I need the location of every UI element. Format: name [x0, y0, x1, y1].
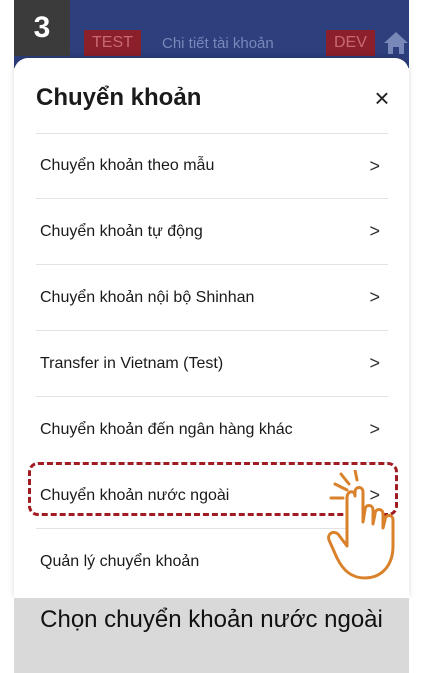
screen-frame: TEST Chi tiết tài khoản DEV 3 Chuyển kho… [0, 0, 423, 673]
menu-item-label: Quản lý chuyển khoản [40, 553, 200, 570]
step-number: 3 [14, 0, 70, 56]
chevron-right-icon: > [369, 287, 380, 307]
menu-item-internal-shinhan-transfer[interactable]: Chuyển khoản nội bộ Shinhan > [36, 265, 388, 331]
menu-item-label: Chuyển khoản nước ngoài [40, 486, 230, 504]
menu-item-label: Chuyển khoản theo mẫu [40, 157, 215, 174]
menu-item-label: Transfer in Vietnam (Test) [40, 354, 224, 372]
home-icon[interactable] [382, 30, 409, 56]
menu-item-other-bank-transfer[interactable]: Chuyển khoản đến ngân hàng khác > [36, 397, 388, 463]
pointing-hand-icon [327, 470, 395, 580]
chevron-right-icon: > [369, 419, 380, 439]
menu-item-template-transfer[interactable]: Chuyển khoản theo mẫu > [36, 133, 388, 199]
env-badge-test: TEST [84, 30, 141, 56]
menu-item-label: Chuyển khoản tự động [40, 222, 203, 240]
instruction-caption: Chọn chuyển khoản nước ngoài [14, 598, 409, 673]
menu-item-transfer-in-vietnam[interactable]: Transfer in Vietnam (Test) > [36, 331, 388, 397]
menu-item-label: Chuyển khoản đến ngân hàng khác [40, 420, 293, 438]
chevron-right-icon: > [369, 155, 380, 176]
close-button[interactable]: × [366, 82, 398, 114]
chevron-right-icon: > [369, 353, 380, 373]
chevron-right-icon: > [369, 221, 380, 241]
menu-item-label: Chuyển khoản nội bộ Shinhan [40, 288, 255, 306]
env-badge-dev: DEV [326, 30, 375, 56]
sheet-title: Chuyển khoản [36, 84, 202, 111]
app-bar-title: Chi tiết tài khoản [162, 35, 274, 52]
menu-item-auto-transfer[interactable]: Chuyển khoản tự động > [36, 199, 388, 265]
